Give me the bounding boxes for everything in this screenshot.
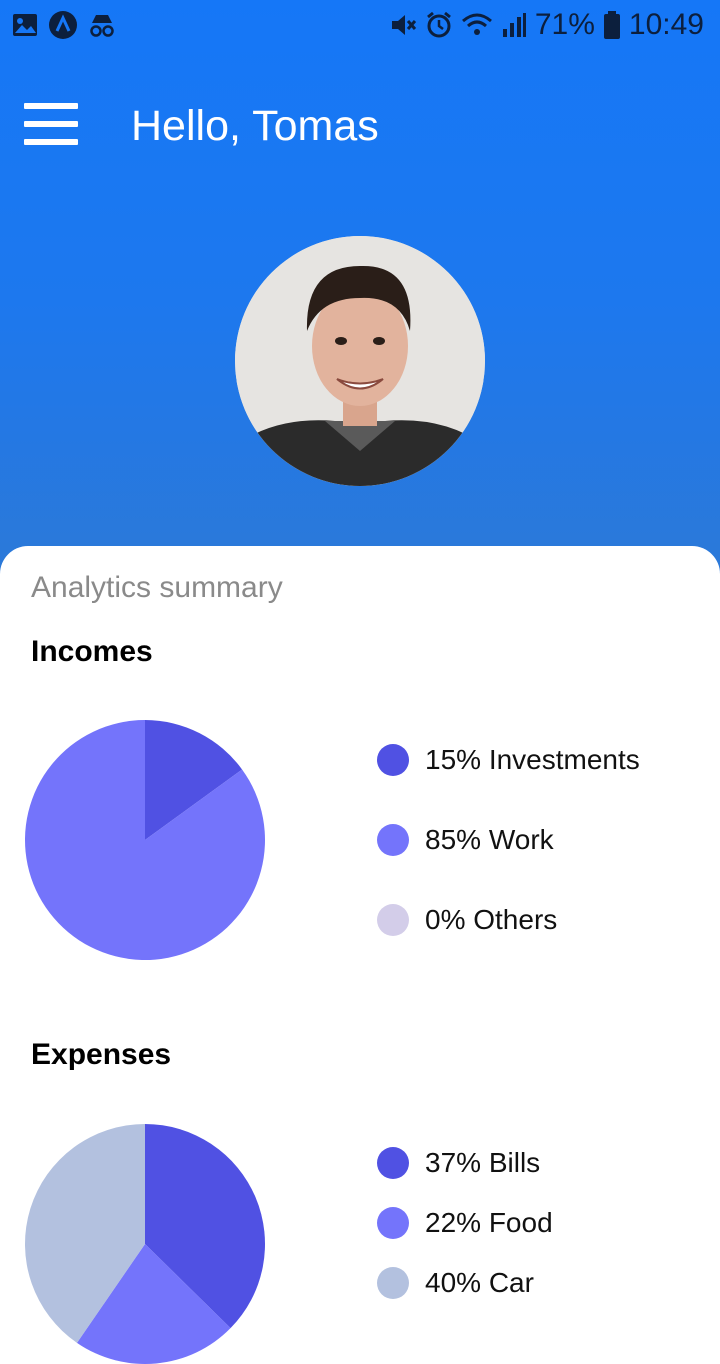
legend-item-others: 0% Others	[377, 902, 557, 938]
gallery-icon	[13, 14, 37, 36]
legend-label: 37% Bills	[425, 1147, 541, 1178]
legend-label: 0% Others	[425, 904, 558, 935]
legend-dot-investments	[377, 744, 409, 776]
status-bar: 71% 10:49	[0, 0, 720, 50]
wifi-icon	[461, 13, 492, 35]
legend-item-car: 40% Car	[377, 1265, 534, 1301]
legend-label: 22% Food	[425, 1207, 553, 1238]
incomes-pie-chart	[25, 720, 265, 960]
legend-dot-others	[377, 904, 409, 936]
legend-dot-bills	[377, 1147, 409, 1179]
signal-icon	[502, 13, 526, 37]
hamburger-menu-icon[interactable]	[24, 103, 78, 145]
avatar[interactable]	[235, 236, 485, 486]
mute-icon	[391, 15, 417, 35]
alarm-icon	[426, 11, 451, 38]
legend-item-food: 22% Food	[377, 1205, 553, 1241]
incognito-icon	[90, 15, 114, 37]
expenses-pie-chart	[25, 1124, 265, 1364]
greeting-title: Hello, Tomas	[131, 102, 379, 150]
legend-item-bills: 37% Bills	[377, 1145, 540, 1181]
legend-label: 15% Investments	[425, 744, 640, 775]
legend-item-work: 85% Work	[377, 822, 554, 858]
legend-label: 40% Car	[425, 1267, 534, 1298]
battery-icon	[603, 11, 620, 39]
app-a-icon	[49, 11, 77, 39]
battery-percent: 71%	[534, 8, 595, 41]
legend-dot-car	[377, 1267, 409, 1299]
analytics-summary-title: Analytics summary	[31, 571, 283, 604]
incomes-title: Incomes	[31, 635, 153, 668]
legend-item-investments: 15% Investments	[377, 742, 640, 778]
legend-dot-work	[377, 824, 409, 856]
legend-label: 85% Work	[425, 824, 554, 855]
clock-time: 10:49	[628, 8, 704, 41]
legend-dot-food	[377, 1207, 409, 1239]
expenses-title: Expenses	[31, 1038, 172, 1071]
